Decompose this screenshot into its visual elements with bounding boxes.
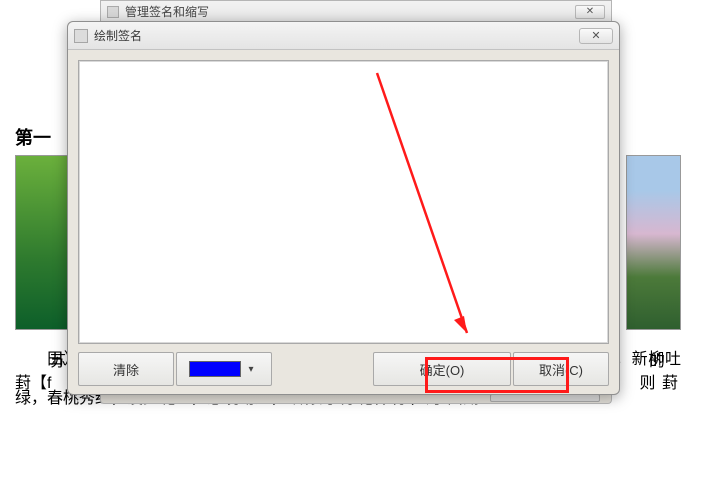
draw-signature-dialog: 绘制签名 ✕ 清除 ▾ 确定(O) 取消(C) bbox=[67, 21, 620, 395]
dialog-title: 绘制签名 bbox=[94, 27, 142, 44]
parent-close-button[interactable]: ✕ bbox=[575, 5, 605, 19]
clear-button[interactable]: 清除 bbox=[78, 352, 174, 386]
parent-dialog-title: 管理签名和缩写 bbox=[125, 3, 209, 20]
dialog-toolbar: 清除 ▾ 确定(O) 取消(C) bbox=[78, 352, 609, 386]
chevron-down-icon: ▾ bbox=[243, 364, 259, 375]
color-swatch bbox=[189, 361, 241, 377]
doc-image-right bbox=[626, 155, 681, 330]
app-icon bbox=[107, 6, 119, 18]
parent-dialog-button-edge bbox=[490, 394, 600, 402]
app-icon bbox=[74, 29, 88, 43]
ok-button[interactable]: 确定(O) bbox=[373, 352, 511, 386]
signature-canvas[interactable] bbox=[78, 60, 609, 344]
close-button[interactable]: ✕ bbox=[579, 28, 613, 44]
parent-dialog-titlebar: 管理签名和缩写 ✕ bbox=[100, 0, 612, 22]
color-picker[interactable]: ▾ bbox=[176, 352, 272, 386]
dialog-titlebar[interactable]: 绘制签名 ✕ bbox=[68, 22, 619, 50]
cancel-button[interactable]: 取消(C) bbox=[513, 352, 609, 386]
dialog-body: 清除 ▾ 确定(O) 取消(C) bbox=[68, 50, 619, 394]
doc-image-left bbox=[15, 155, 70, 330]
